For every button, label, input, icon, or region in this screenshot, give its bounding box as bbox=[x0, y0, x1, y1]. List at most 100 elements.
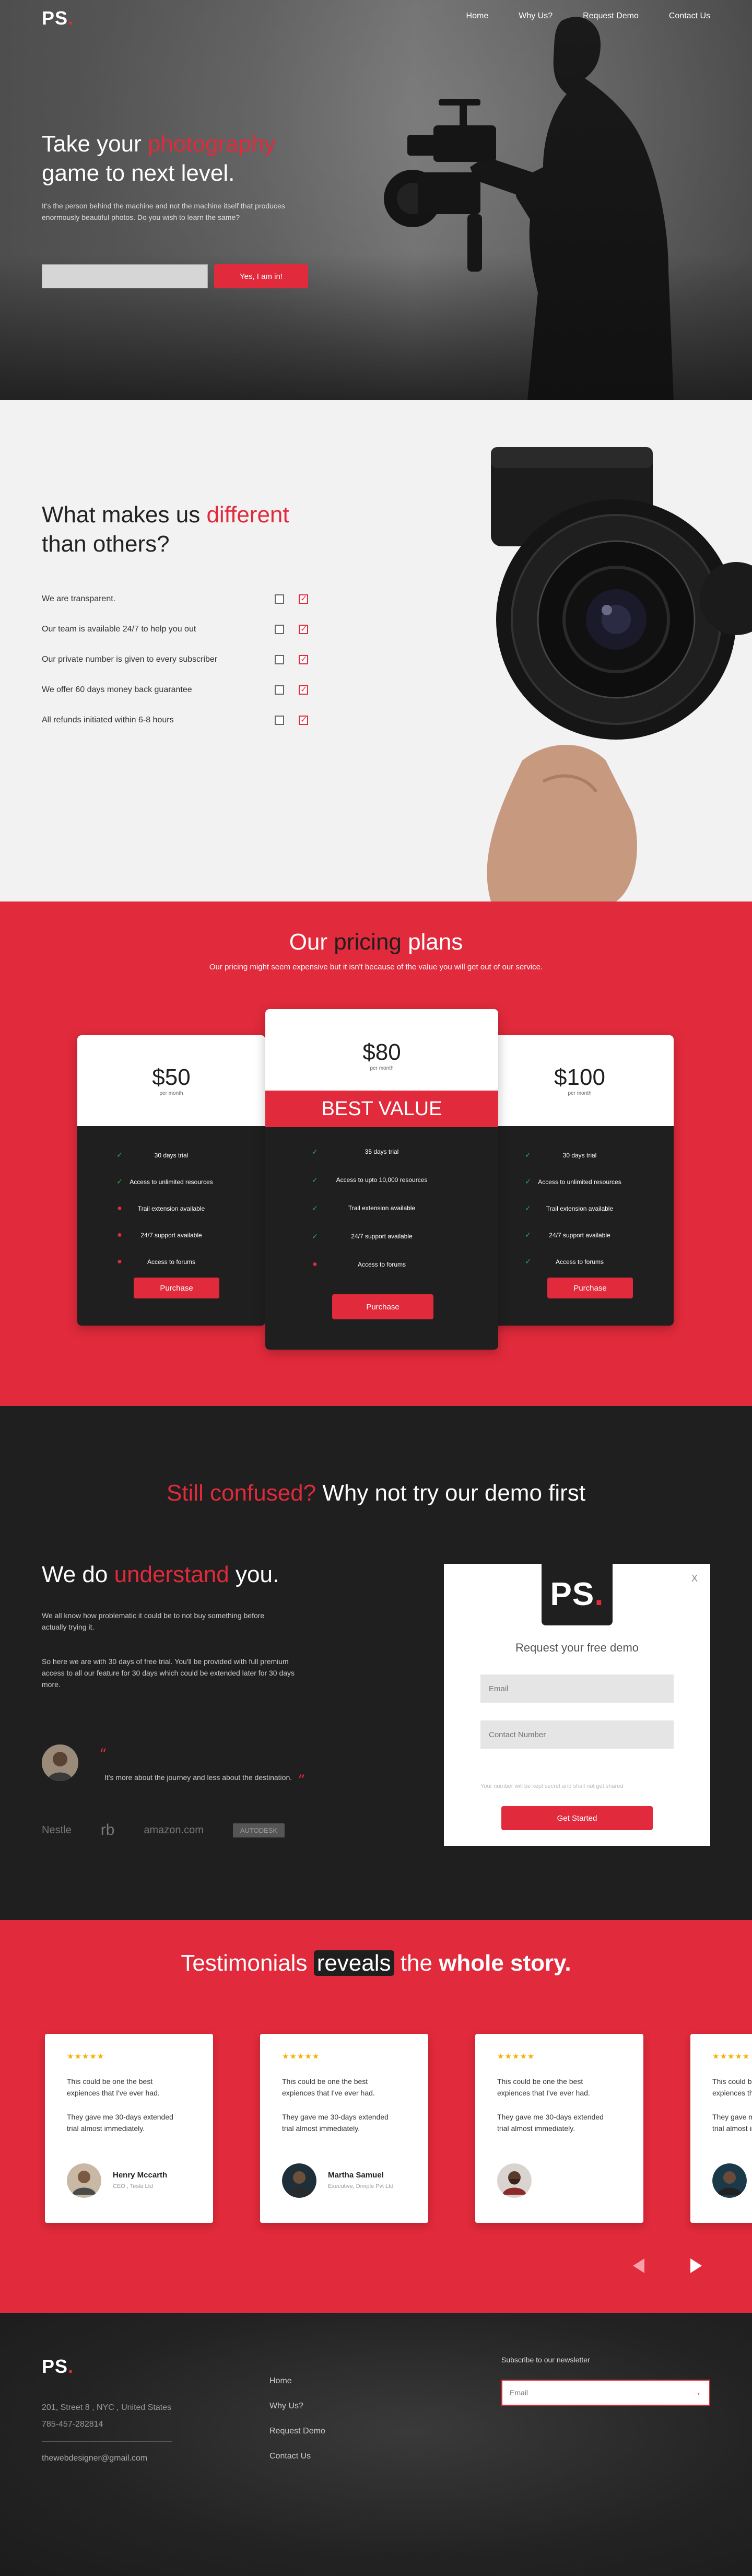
features-title-part: than others? bbox=[42, 531, 170, 557]
feature-label: All refunds initiated within 6-8 hours bbox=[42, 716, 174, 724]
top-nav: Home Why Us? Request Demo Contact Us bbox=[466, 11, 710, 21]
feature-label: We are transparent. bbox=[42, 594, 116, 603]
plan-feature-label: 24/7 support available bbox=[140, 1231, 202, 1239]
star-rating: ★★★★★ bbox=[497, 2052, 535, 2061]
plan-feature-label: Trail extension available bbox=[137, 1204, 205, 1212]
footer-link-why-us[interactable]: Why Us? bbox=[269, 2402, 325, 2412]
nav-request-demo[interactable]: Request Demo bbox=[583, 11, 639, 21]
testimonials-section: Testimonials reveals the whole story. ★★… bbox=[0, 1920, 752, 2313]
plan-feature-list: ✓ 30 days trial ✓ Access to unlimited reso… bbox=[486, 1126, 674, 1275]
plan-card-best-value: $80 per month BEST VALUE ✓ 35 days trial … bbox=[265, 1009, 498, 1350]
plan-period: per month bbox=[370, 1065, 394, 1071]
avatar bbox=[497, 2163, 532, 2198]
feature-checkbox-others[interactable] bbox=[275, 594, 284, 604]
email-field[interactable] bbox=[480, 1675, 674, 1703]
best-value-banner: BEST VALUE bbox=[265, 1091, 498, 1127]
carousel-next-icon[interactable] bbox=[690, 2258, 702, 2273]
hero-section: PS. Home Why Us? Request Demo Contact Us… bbox=[0, 0, 752, 400]
plan-card-premium: $100 per month ✓ 30 days trial ✓ Access to… bbox=[486, 1035, 674, 1326]
footer-logo[interactable]: PS. bbox=[42, 2356, 74, 2378]
plan-feature-label: Access to unlimited resources bbox=[130, 1178, 213, 1186]
demo-heading: We do understand you. bbox=[42, 1562, 279, 1588]
features-section: What makes us different than others? We … bbox=[0, 400, 752, 901]
feature-checkbox-others[interactable] bbox=[275, 655, 284, 664]
footer-contact: 201, Street 8 , NYC , United States 785-… bbox=[42, 2399, 171, 2433]
arrow-right-icon[interactable]: → bbox=[691, 2387, 702, 2399]
newsletter-form: → bbox=[501, 2380, 710, 2406]
feature-checkbox-others[interactable] bbox=[275, 625, 284, 634]
contact-number-field[interactable] bbox=[480, 1720, 674, 1749]
reviewer-name: Henry Mccarth bbox=[113, 2171, 168, 2180]
testimonial-text: This could be one the best expiences tha… bbox=[712, 2077, 752, 2097]
feature-checkbox-us[interactable] bbox=[299, 593, 308, 604]
logo[interactable]: PS. bbox=[42, 7, 74, 29]
avatar bbox=[712, 2163, 747, 2198]
feature-checkbox-us[interactable] bbox=[299, 715, 308, 725]
hero-title-highlight: photography bbox=[147, 131, 276, 157]
feature-checkbox-us[interactable] bbox=[299, 684, 308, 695]
reviewer-role: CEO , Tesla Ltd bbox=[113, 2183, 153, 2189]
check-icon: ✓ bbox=[525, 1257, 531, 1266]
avatar-image bbox=[42, 1744, 78, 1781]
plan-period: per month bbox=[568, 1091, 592, 1096]
testimonials-title-part: the bbox=[394, 1950, 439, 1976]
hero-title-part: Take your bbox=[42, 131, 148, 157]
check-icon: ✓ bbox=[312, 1175, 318, 1184]
avatar bbox=[67, 2163, 101, 2198]
feature-row: Our team is available 24/7 to help you o… bbox=[42, 624, 308, 634]
plan-feature: ● Access to forums bbox=[309, 1250, 454, 1279]
footer-link-home[interactable]: Home bbox=[269, 2376, 325, 2387]
plan-feature: ✓ Access to upto 10,000 resources bbox=[309, 1166, 454, 1194]
feature-label: Our private number is given to every sub… bbox=[42, 655, 218, 664]
nav-why-us[interactable]: Why Us? bbox=[519, 11, 553, 21]
feature-label: We offer 60 days money back guarantee bbox=[42, 685, 192, 694]
testimonial-text: They gave me 30-days extended trial almo… bbox=[712, 2113, 752, 2133]
cross-icon: ● bbox=[117, 1257, 122, 1266]
get-started-button[interactable]: Get Started bbox=[501, 1806, 653, 1830]
testimonials-title-bold: whole story. bbox=[439, 1950, 571, 1976]
plan-price: $80 bbox=[362, 1039, 401, 1065]
star-rating: ★★★★★ bbox=[67, 2052, 105, 2061]
testimonial-card: ★★★★★ This could be one the best expienc… bbox=[690, 2034, 752, 2223]
footer-phone: 785-457-282814 bbox=[42, 2420, 103, 2429]
feature-checkbox-us[interactable] bbox=[299, 624, 308, 634]
feature-checkbox-us[interactable] bbox=[299, 654, 308, 664]
star-rating: ★★★★★ bbox=[282, 2052, 320, 2061]
plan-feature-label: Trail extension available bbox=[546, 1204, 614, 1212]
demo-section: Still confused? Why not try our demo fir… bbox=[0, 1406, 752, 1920]
hero-email-input[interactable] bbox=[42, 264, 208, 288]
plan-feature-label: Access to forums bbox=[555, 1258, 604, 1266]
check-icon: ✓ bbox=[116, 1151, 123, 1159]
feature-checkbox-others[interactable] bbox=[275, 685, 284, 695]
footer-email[interactable]: thewebdesigner@gmail.com bbox=[42, 2454, 147, 2463]
newsletter-email-input[interactable] bbox=[510, 2381, 682, 2405]
plan-feature: ✓ Trail extension available bbox=[522, 1195, 637, 1222]
testimonial-card: ★★★★★ This could be one the best expienc… bbox=[475, 2034, 643, 2223]
demo-title-highlight: Still confused? bbox=[166, 1480, 316, 1506]
plan-feature-label: Access to unlimited resources bbox=[538, 1178, 621, 1186]
footer-link-contact-us[interactable]: Contact Us bbox=[269, 2452, 325, 2462]
check-icon: ✓ bbox=[312, 1147, 318, 1156]
features-title: What makes us different than others? bbox=[42, 500, 289, 559]
close-icon[interactable]: X bbox=[691, 1573, 698, 1584]
brand-logo-rb: rb bbox=[100, 1821, 115, 1839]
purchase-button[interactable]: Purchase bbox=[547, 1278, 633, 1298]
photographer-silhouette-image bbox=[384, 17, 674, 400]
plan-header: $50 per month bbox=[77, 1035, 265, 1126]
footer-link-request-demo[interactable]: Request Demo bbox=[269, 2427, 325, 2437]
plan-feature: ✓ 24/7 support available bbox=[309, 1222, 454, 1250]
features-title-highlight: different bbox=[206, 502, 289, 528]
pricing-section: Our pricing plans Our pricing might seem… bbox=[0, 901, 752, 1406]
feature-row: All refunds initiated within 6-8 hours bbox=[42, 715, 308, 725]
quote-close-icon: ” bbox=[298, 1772, 306, 1789]
carousel-prev-icon[interactable] bbox=[633, 2258, 644, 2273]
purchase-button[interactable]: Purchase bbox=[134, 1278, 219, 1298]
hero-cta-button[interactable]: Yes, I am in! bbox=[214, 264, 308, 288]
check-icon: ✓ bbox=[525, 1151, 531, 1159]
plan-feature: ✓ Access to unlimited resources bbox=[114, 1168, 229, 1195]
nav-home[interactable]: Home bbox=[466, 11, 489, 21]
nav-contact-us[interactable]: Contact Us bbox=[669, 11, 710, 21]
testimonial-text: They gave me 30-days extended trial almo… bbox=[497, 2113, 604, 2133]
purchase-button[interactable]: Purchase bbox=[332, 1294, 433, 1319]
feature-checkbox-others[interactable] bbox=[275, 716, 284, 725]
